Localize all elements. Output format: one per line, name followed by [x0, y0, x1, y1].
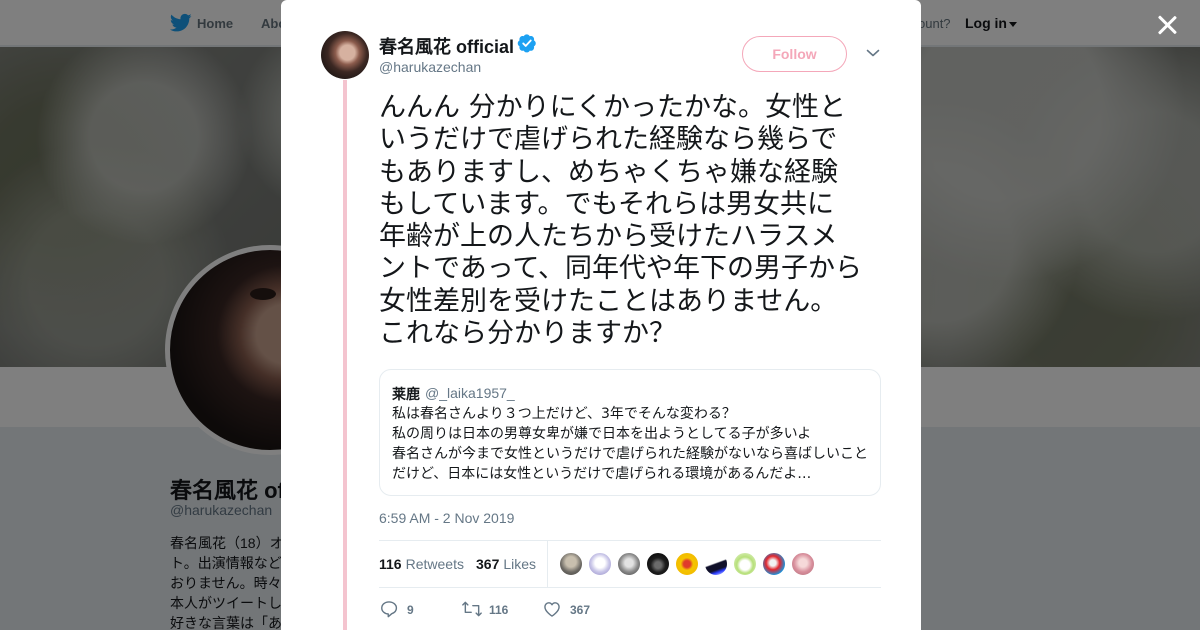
- author-handle[interactable]: @harukazechan: [379, 59, 481, 75]
- tweet-text-line: いうだけで虐げられた経験なら幾らで: [379, 124, 838, 156]
- retweets-count: 116: [379, 556, 402, 572]
- quoted-tweet-text: 私は春名さんより３つ上だけど、3年でそんな変わる？ 私の周りは日本の男尊女卑が嫌…: [392, 404, 872, 484]
- heart-icon: [544, 602, 560, 617]
- quoted-tweet[interactable]: 莱鹿 @_laika1957_ 私は春名さんより３つ上だけど、3年でそんな変わる…: [379, 369, 881, 496]
- tweet-text-line: もありますし、めちゃくちゃ嫌な経験: [379, 156, 838, 188]
- liker-avatar[interactable]: [617, 552, 641, 576]
- quoted-text-line: 私は春名さんより３つ上だけど、3年でそんな変わる？: [392, 406, 736, 422]
- thread-line: [343, 80, 347, 630]
- quoted-text-line: 私の周りは日本の男尊女卑が嫌で日本を出ようとしてる子が多いよ: [392, 426, 812, 442]
- tweet-text-line: 女性差別を受けたことはありません。: [379, 285, 838, 317]
- tweet-text-line: もしています。でもそれらは男女共に: [379, 188, 834, 220]
- liker-avatar[interactable]: [588, 552, 612, 576]
- close-icon[interactable]: [1155, 13, 1179, 37]
- tweet-modal: 春名風花 official @harukazechan Follow んんん 分…: [281, 0, 921, 630]
- quoted-text-line: 春名さんが今まで女性というだけで虐げられた経験がないなら喜ばしいこと: [392, 446, 868, 462]
- tweet-text-line: 年齢が上の人たちから受けたハラスメ: [379, 221, 838, 253]
- liker-avatar[interactable]: [791, 552, 815, 576]
- tweet-text: んんん 分かりにくかったかな。女性と いうだけで虐げられた経験なら幾らで もあり…: [379, 92, 885, 350]
- tweet-actions: 9 116 367: [379, 596, 881, 622]
- tweet-text-line: これなら分かりますか？: [379, 318, 676, 350]
- liker-avatar[interactable]: [733, 552, 757, 576]
- quoted-author-name: 莱鹿: [392, 386, 420, 402]
- verified-badge-icon: [517, 34, 536, 53]
- retweet-count: 116: [489, 603, 509, 617]
- quoted-text-line: だけど、日本には女性というだけで虐げられる環境があるんだよ…: [392, 466, 812, 482]
- tweet-timestamp[interactable]: 6:59 AM - 2 Nov 2019: [379, 510, 514, 526]
- likes-count: 367: [476, 556, 500, 572]
- stats-divider: [547, 541, 548, 587]
- likes-label: Likes: [503, 556, 537, 572]
- author-avatar[interactable]: [321, 31, 369, 79]
- tweet-stats: 116 Retweets 367 Likes: [379, 540, 881, 588]
- chevron-down-icon[interactable]: [866, 48, 880, 58]
- reply-count: 9: [407, 603, 414, 617]
- retweets-stat[interactable]: 116 Retweets: [379, 556, 464, 572]
- author-name[interactable]: 春名風花 official: [379, 33, 514, 59]
- reply-icon: [381, 601, 398, 618]
- quoted-author-handle: @_laika1957_: [425, 385, 515, 401]
- retweet-icon: [462, 601, 482, 617]
- likes-stat[interactable]: 367 Likes: [476, 556, 536, 572]
- liker-avatar[interactable]: [704, 552, 728, 576]
- tweet-text-line: んんん 分かりにくかったかな。女性と: [379, 92, 847, 123]
- liker-avatar[interactable]: [675, 552, 699, 576]
- retweets-label: Retweets: [405, 556, 464, 572]
- tweet-text-line: ントであって、同年代や年下の男子から: [379, 253, 863, 285]
- like-count: 367: [570, 603, 591, 617]
- follow-button[interactable]: Follow: [742, 36, 847, 72]
- liker-avatar[interactable]: [559, 552, 583, 576]
- liker-avatar[interactable]: [762, 552, 786, 576]
- liker-avatar[interactable]: [646, 552, 670, 576]
